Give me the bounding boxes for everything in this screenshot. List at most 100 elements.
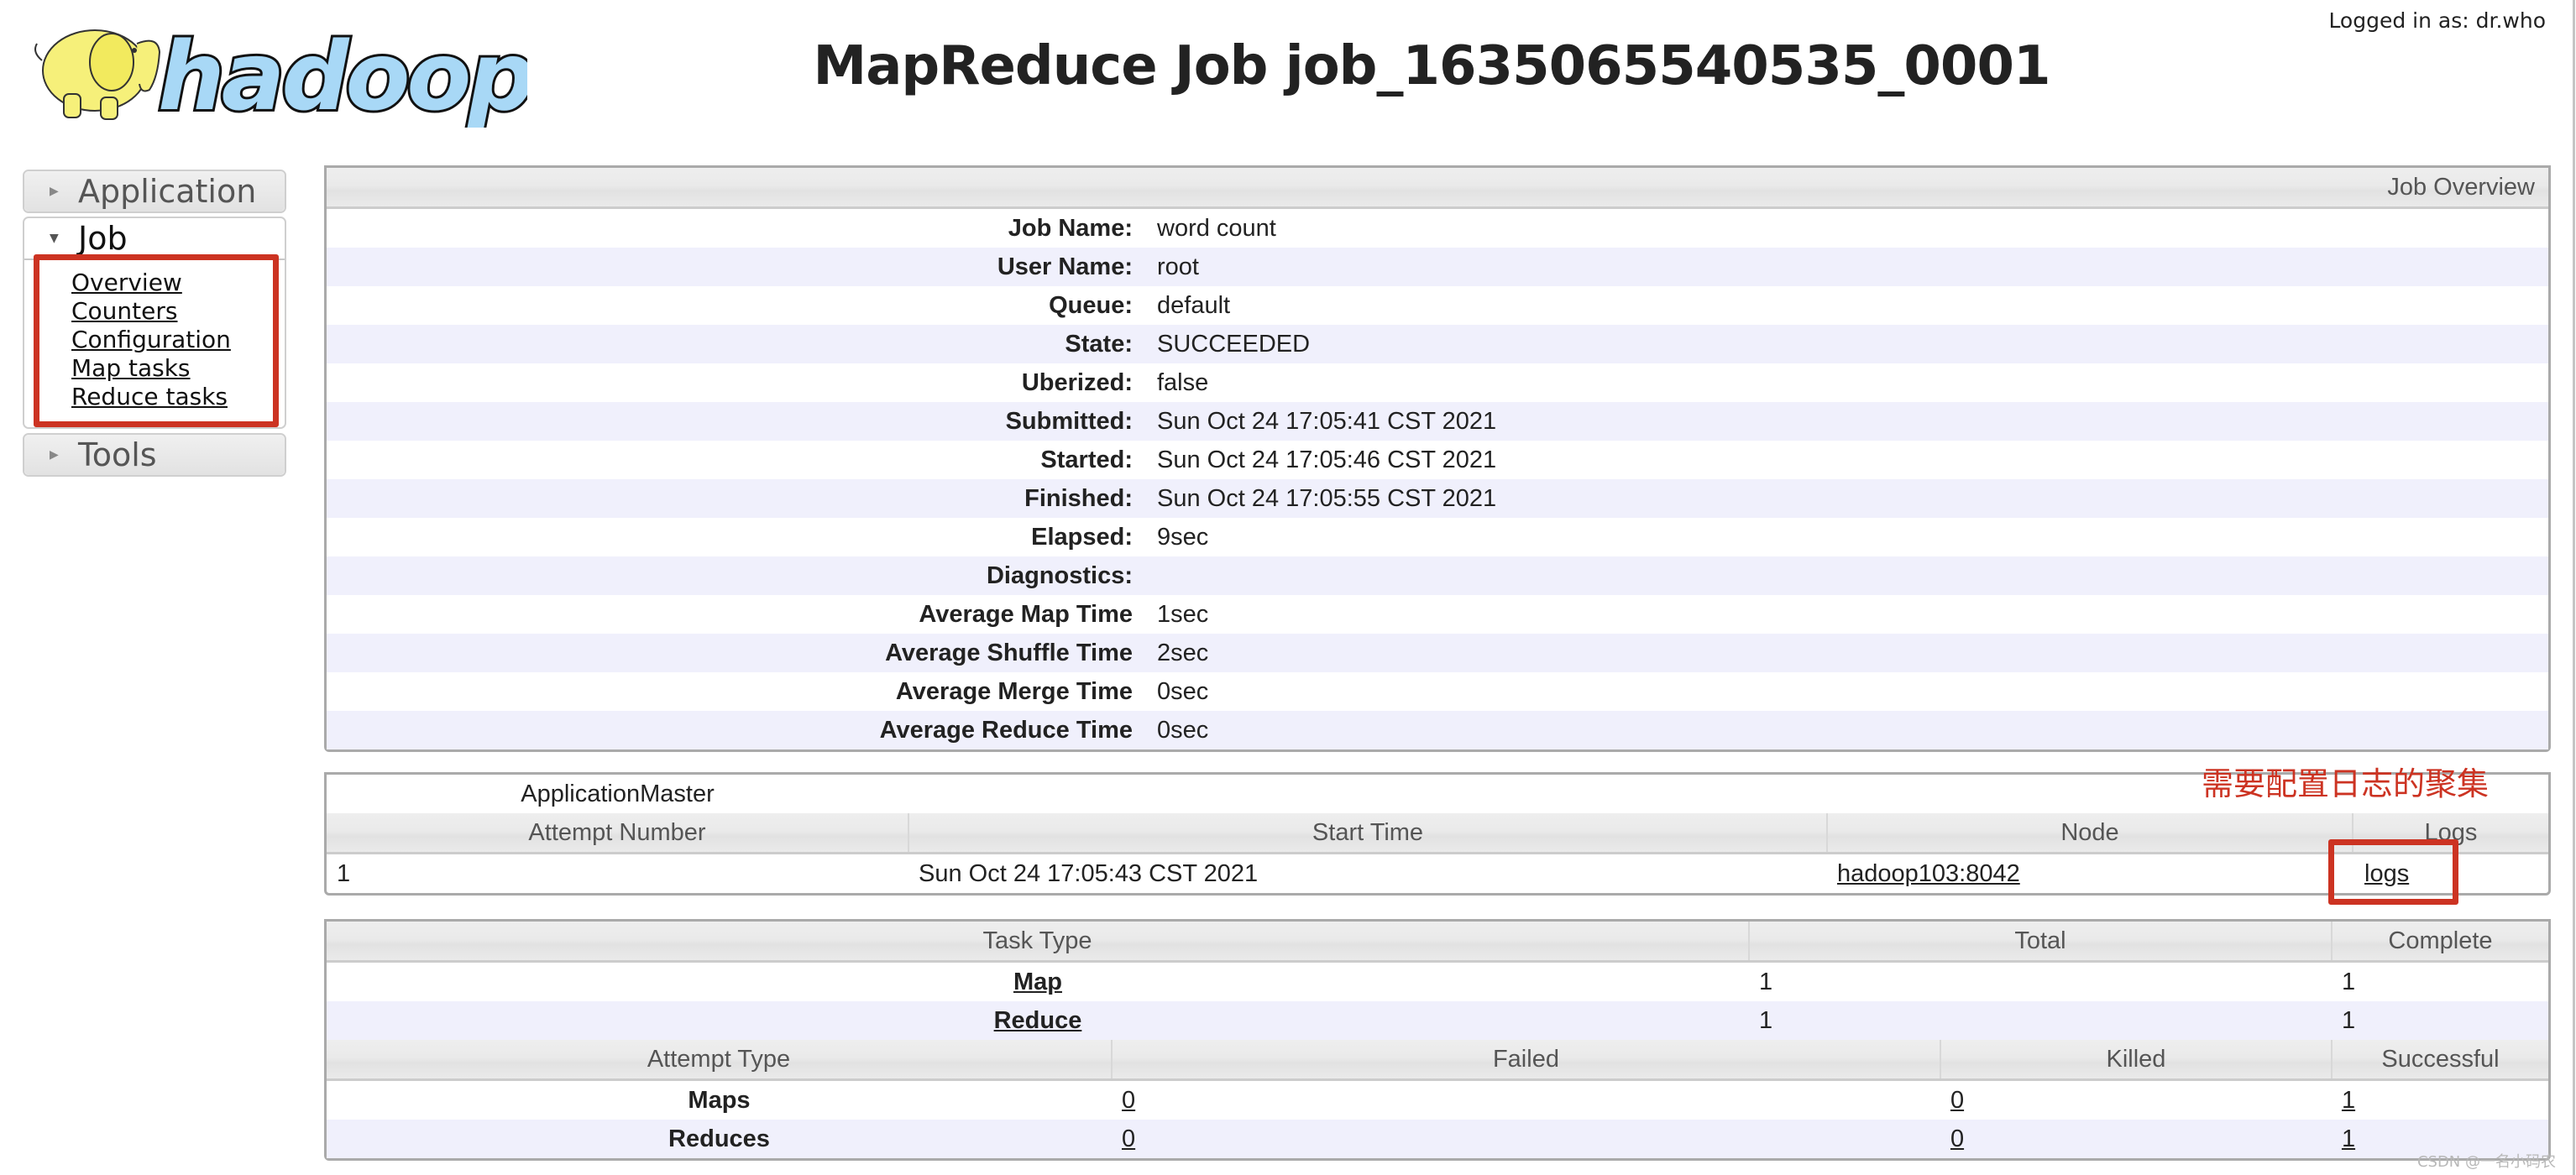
table-row: Reduces 0 0 1 — [327, 1120, 2548, 1158]
overview-row: State: SUCCEEDED — [327, 325, 2548, 363]
col-successful[interactable]: Successful — [2330, 1040, 2548, 1081]
col-total[interactable]: Total — [1747, 922, 2332, 963]
task-type-reduce-link[interactable]: Reduce — [994, 1007, 1082, 1034]
maps-killed-link[interactable]: 0 — [1950, 1087, 1964, 1114]
sidebar-tools-panel: ▶ Tools — [23, 433, 286, 477]
tasks-table: Task Type Total Complete Map 1 1 Reduce … — [324, 919, 2551, 1161]
reduce-total: 1 — [1748, 1001, 2332, 1040]
attempt-number: 1 — [337, 859, 351, 887]
overview-row: Submitted: Sun Oct 24 17:05:41 CST 2021 — [327, 402, 2548, 441]
sidebar-job-toggle[interactable]: ▼ Job — [24, 218, 285, 260]
sidebar-link-overview[interactable]: Overview — [71, 269, 285, 297]
triangle-right-icon: ▶ — [50, 448, 59, 462]
col-attempt-number[interactable]: Attempt Number — [327, 813, 908, 854]
window-edge — [2573, 0, 2575, 1175]
overview-label: Started: — [1040, 446, 1133, 473]
reduces-failed-link[interactable]: 0 — [1122, 1125, 1135, 1152]
application-master-caption: ApplicationMaster — [521, 780, 715, 807]
overview-row: Diagnostics: — [327, 556, 2548, 595]
overview-value: Sun Oct 24 17:05:46 CST 2021 — [1157, 446, 1497, 473]
watermark: CSDN @一名小码农 — [2416, 1153, 2556, 1171]
reduces-killed-link[interactable]: 0 — [1950, 1125, 1964, 1152]
overview-label: State: — [327, 325, 1145, 363]
overview-label: Average Shuffle Time — [327, 634, 1145, 672]
page-title: MapReduce Job job_1635065540535_0001 — [813, 35, 2051, 97]
overview-value: Sun Oct 24 17:05:41 CST 2021 — [1145, 402, 2548, 441]
overview-row: Started: Sun Oct 24 17:05:46 CST 2021 — [327, 441, 2548, 479]
annotation-note: 需要配置日志的聚集 — [2202, 765, 2490, 802]
task-type-map-link[interactable]: Map — [1013, 969, 1062, 995]
sidebar-link-configuration[interactable]: Configuration — [71, 326, 285, 354]
attempt-type-maps: Maps — [688, 1086, 751, 1114]
sidebar-application-panel: ▶ Application — [23, 170, 286, 213]
overview-label: Diagnostics: — [327, 556, 1145, 595]
table-row: 1 Sun Oct 24 17:05:43 CST 2021 hadoop103… — [327, 854, 2548, 894]
sidebar-job-links: Overview Counters Configuration Map task… — [24, 260, 285, 421]
overview-row: Elapsed: 9sec — [327, 518, 2548, 556]
overview-row: Queue: default — [327, 286, 2548, 325]
node-link[interactable]: hadoop103:8042 — [1837, 860, 2020, 887]
reduce-complete: 1 — [2331, 1001, 2548, 1040]
attempt-type-reduces: Reduces — [327, 1120, 1112, 1158]
col-start-time[interactable]: Start Time — [908, 813, 1827, 854]
overview-row: Average Map Time 1sec — [327, 595, 2548, 634]
overview-label: Submitted: — [327, 402, 1145, 441]
overview-row: User Name: root — [327, 248, 2548, 286]
sidebar-tools-label: Tools — [78, 436, 157, 473]
map-complete: 1 — [2341, 968, 2356, 995]
svg-text:hadoop: hadoop — [158, 23, 527, 128]
hadoop-logo[interactable]: hadoop — [24, 10, 538, 134]
col-task-type[interactable]: Task Type — [327, 922, 1749, 963]
triangle-down-icon: ▼ — [50, 232, 59, 245]
overview-value: 0sec — [1157, 677, 1209, 705]
logs-link[interactable]: logs — [2364, 860, 2409, 887]
overview-value: 9sec — [1157, 523, 1209, 551]
col-killed[interactable]: Killed — [1939, 1040, 2332, 1081]
maps-successful-link[interactable]: 1 — [2342, 1087, 2355, 1114]
sidebar-link-counters[interactable]: Counters — [71, 297, 285, 326]
sidebar-link-reduce-tasks[interactable]: Reduce tasks — [71, 383, 285, 411]
table-row: Map 1 1 — [327, 962, 2548, 1002]
table-row: Reduce 1 1 — [327, 1001, 2548, 1040]
col-failed[interactable]: Failed — [1111, 1040, 1940, 1081]
overview-row: Average Reduce Time 0sec — [327, 711, 2548, 749]
overview-value: SUCCEEDED — [1145, 325, 2548, 363]
overview-row: Job Name: word count — [327, 208, 2548, 248]
overview-label: Finished: — [327, 479, 1145, 518]
overview-value: 1sec — [1157, 600, 1209, 628]
overview-label: Job Name: — [1008, 214, 1133, 242]
triangle-right-icon: ▶ — [50, 185, 59, 198]
overview-value: Sun Oct 24 17:05:55 CST 2021 — [1145, 479, 2548, 518]
reduces-successful-link[interactable]: 1 — [2342, 1125, 2355, 1152]
overview-label: Average Map Time — [919, 600, 1133, 628]
overview-label: Elapsed: — [1031, 523, 1133, 551]
overview-value: root — [1145, 248, 2548, 286]
overview-row: Average Merge Time 0sec — [327, 672, 2548, 711]
attempt-start-time: Sun Oct 24 17:05:43 CST 2021 — [919, 859, 1259, 887]
table-row: Maps 0 0 1 — [327, 1080, 2548, 1120]
job-overview-table: Job Overview Job Name: word count User Nam… — [324, 165, 2551, 752]
maps-failed-link[interactable]: 0 — [1122, 1087, 1135, 1114]
overview-label: Average Merge Time — [895, 677, 1133, 705]
sidebar-application-label: Application — [78, 173, 257, 210]
overview-label: Average Reduce Time — [327, 711, 1145, 749]
col-node[interactable]: Node — [1826, 813, 2353, 854]
sidebar-link-map-tasks[interactable]: Map tasks — [71, 354, 285, 383]
overview-value: word count — [1157, 214, 1276, 242]
overview-value: 2sec — [1145, 634, 2548, 672]
col-attempt-type[interactable]: Attempt Type — [327, 1040, 1112, 1081]
overview-value: 0sec — [1145, 711, 2548, 749]
sidebar-tools-toggle[interactable]: ▶ Tools — [24, 435, 285, 475]
logged-in-user: Logged in as: dr.who — [2328, 8, 2546, 33]
overview-row: Average Shuffle Time 2sec — [327, 634, 2548, 672]
map-total: 1 — [1758, 968, 1773, 995]
job-overview-heading: Job Overview — [327, 168, 2548, 209]
sidebar-application-toggle[interactable]: ▶ Application — [24, 171, 285, 212]
col-logs[interactable]: Logs — [2352, 813, 2548, 854]
overview-value — [1145, 556, 2548, 595]
col-complete[interactable]: Complete — [2330, 922, 2548, 963]
sidebar-job-panel: ▼ Job Overview Counters Configuration Ma… — [23, 217, 286, 429]
overview-row: Uberized: false — [327, 363, 2548, 402]
sidebar-job-label: Job — [78, 220, 128, 257]
overview-value: false — [1157, 368, 1209, 396]
